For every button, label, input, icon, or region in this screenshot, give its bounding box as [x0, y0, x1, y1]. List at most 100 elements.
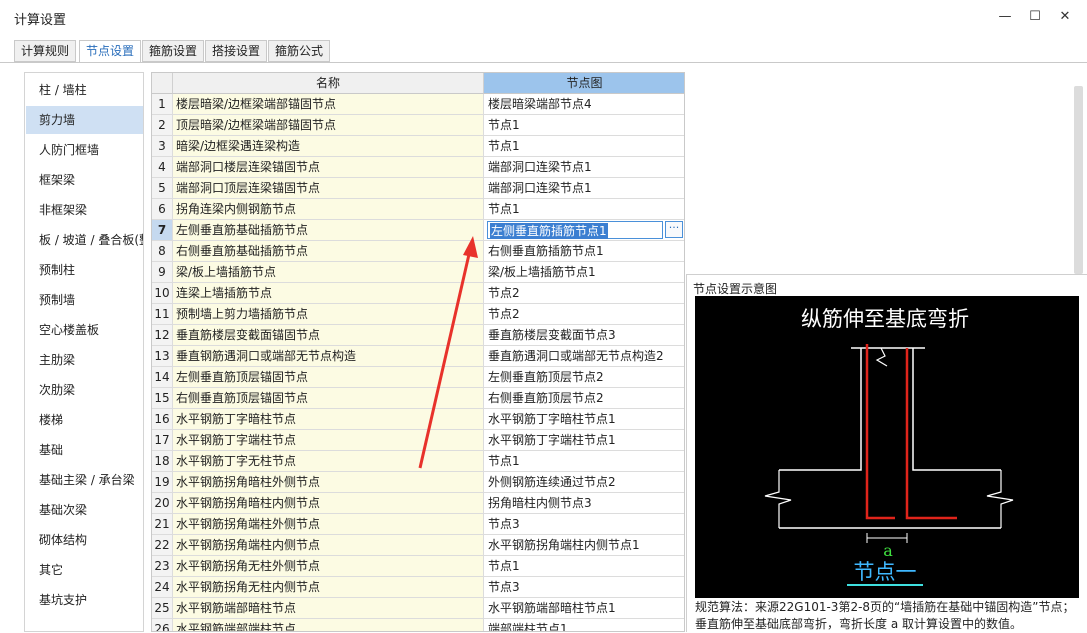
row-node-value[interactable]: 右侧垂直筋插筋节点1 — [484, 241, 684, 262]
row-node-value[interactable]: 水平钢筋丁字暗柱节点1 — [484, 409, 684, 430]
row-node-value[interactable]: 端部洞口连梁节点1 — [484, 178, 684, 199]
sidebar-item[interactable]: 其它 — [26, 556, 143, 584]
sidebar-item[interactable]: 基础 — [26, 436, 143, 464]
node-edit-field[interactable]: 左侧垂直筋插筋节点1 — [487, 221, 663, 239]
diagram-caption: 节点一 — [854, 560, 917, 584]
row-name: 顶层暗梁/边框梁端部锚固节点 — [173, 115, 484, 136]
minimize-button[interactable]: — — [992, 6, 1018, 28]
table-row[interactable]: 12 垂直筋楼层变截面锚固节点 垂直筋楼层变截面节点3 — [152, 325, 684, 346]
dimension-label: a — [883, 541, 893, 560]
row-node-value[interactable]: 端部端柱节点1 — [484, 619, 684, 631]
row-node-value[interactable]: 垂直筋遇洞口或端部无节点构造2 — [484, 346, 684, 367]
tab-stirrup-formula[interactable]: 箍筋公式 — [268, 40, 331, 62]
row-index: 21 — [152, 514, 173, 535]
table-row[interactable]: 2 顶层暗梁/边框梁端部锚固节点 节点1 — [152, 115, 684, 136]
sidebar-item[interactable]: 框架梁 — [26, 166, 143, 194]
break-mark-right — [986, 470, 1014, 528]
table-row[interactable]: 3 暗梁/边框梁遇连梁构造 节点1 — [152, 136, 684, 157]
row-index: 5 — [152, 178, 173, 199]
sidebar-item[interactable]: 基础次梁 — [26, 496, 143, 524]
row-node-value[interactable]: 端部洞口连梁节点1 — [484, 157, 684, 178]
table-row[interactable]: 23 水平钢筋拐角无柱外侧节点 节点1 — [152, 556, 684, 577]
table-row[interactable]: 5 端部洞口顶层连梁锚固节点 端部洞口连梁节点1 — [152, 178, 684, 199]
table-row[interactable]: 6 拐角连梁内侧钢筋节点 节点1 — [152, 199, 684, 220]
sidebar-item[interactable]: 空心楼盖板 — [26, 316, 143, 344]
row-node-value[interactable]: 节点1 — [484, 199, 684, 220]
row-node-value[interactable]: 右侧垂直筋顶层节点2 — [484, 388, 684, 409]
sidebar-item[interactable]: 预制墙 — [26, 286, 143, 314]
row-node-value[interactable]: 节点2 — [484, 304, 684, 325]
table-row[interactable]: 8 右侧垂直筋基础插筋节点 右侧垂直筋插筋节点1 — [152, 241, 684, 262]
row-node-value[interactable]: 拐角暗柱内侧节点3 — [484, 493, 684, 514]
table-row[interactable]: 21 水平钢筋拐角端柱外侧节点 节点3 — [152, 514, 684, 535]
sidebar-item[interactable]: 非框架梁 — [26, 196, 143, 224]
vertical-scrollbar[interactable] — [1074, 86, 1083, 274]
table-row[interactable]: 1 楼层暗梁/边框梁端部锚固节点 楼层暗梁端部节点4 — [152, 94, 684, 115]
sidebar-item[interactable]: 预制柱 — [26, 256, 143, 284]
row-name: 左侧垂直筋基础插筋节点 — [173, 220, 484, 241]
row-node-value[interactable]: 水平钢筋拐角端柱内侧节点1 — [484, 535, 684, 556]
table-row[interactable]: 17 水平钢筋丁字端柱节点 水平钢筋丁字端柱节点1 — [152, 430, 684, 451]
table-row[interactable]: 22 水平钢筋拐角端柱内侧节点 水平钢筋拐角端柱内侧节点1 — [152, 535, 684, 556]
header-name[interactable]: 名称 — [173, 73, 484, 94]
row-index: 10 — [152, 283, 173, 304]
tab-lap-settings[interactable]: 搭接设置 — [205, 40, 268, 62]
row-index: 2 — [152, 115, 173, 136]
sidebar-item[interactable]: 剪力墙 — [26, 106, 143, 134]
row-index: 25 — [152, 598, 173, 619]
row-name: 水平钢筋拐角端柱外侧节点 — [173, 514, 484, 535]
header-node-diagram[interactable]: 节点图 — [484, 73, 684, 94]
node-picker-button[interactable]: ··· — [665, 221, 683, 238]
maximize-button[interactable]: ☐ — [1022, 6, 1048, 28]
sidebar-item[interactable]: 次肋梁 — [26, 376, 143, 404]
tab-calc-rules[interactable]: 计算规则 — [14, 40, 77, 62]
sidebar-item[interactable]: 楼梯 — [26, 406, 143, 434]
row-node-value[interactable]: 节点3 — [484, 514, 684, 535]
row-name: 水平钢筋拐角端柱内侧节点 — [173, 535, 484, 556]
sidebar-item[interactable]: 砌体结构 — [26, 526, 143, 554]
table-row[interactable]: 11 预制墙上剪力墙插筋节点 节点2 — [152, 304, 684, 325]
row-node-value[interactable]: 水平钢筋端部暗柱节点1 — [484, 598, 684, 619]
table-row[interactable]: 10 连梁上墙插筋节点 节点2 — [152, 283, 684, 304]
row-node-value[interactable]: 垂直筋楼层变截面节点3 — [484, 325, 684, 346]
sidebar-item[interactable]: 柱 / 墙柱 — [26, 76, 143, 104]
row-node-value[interactable]: 外侧钢筋连续通过节点2 — [484, 472, 684, 493]
row-node-value[interactable]: 节点1 — [484, 136, 684, 157]
table-row[interactable]: 26 水平钢筋端部端柱节点 端部端柱节点1 — [152, 619, 684, 631]
table-row[interactable]: 19 水平钢筋拐角暗柱外侧节点 外侧钢筋连续通过节点2 — [152, 472, 684, 493]
table-row[interactable]: 4 端部洞口楼层连梁锚固节点 端部洞口连梁节点1 — [152, 157, 684, 178]
sidebar-item[interactable]: 基础主梁 / 承台梁 — [26, 466, 143, 494]
diagram-canvas: 纵筋伸至基底弯折 a 节点一 — [695, 296, 1079, 598]
row-name: 左侧垂直筋顶层锚固节点 — [173, 367, 484, 388]
row-node-value[interactable]: 水平钢筋丁字端柱节点1 — [484, 430, 684, 451]
row-node-value[interactable]: 左侧垂直筋顶层节点2 — [484, 367, 684, 388]
sidebar-item[interactable]: 板 / 坡道 / 叠合板(整厚) — [26, 226, 143, 254]
row-index: 11 — [152, 304, 173, 325]
sidebar-item[interactable]: 人防门框墙 — [26, 136, 143, 164]
row-node-value[interactable]: 节点1 — [484, 451, 684, 472]
table-row[interactable]: 7 左侧垂直筋基础插筋节点 左侧垂直筋插筋节点1 ··· — [152, 220, 684, 241]
table-row[interactable]: 9 梁/板上墙插筋节点 梁/板上墙插筋节点1 — [152, 262, 684, 283]
tab-divider — [0, 62, 1087, 63]
table-row[interactable]: 25 水平钢筋端部暗柱节点 水平钢筋端部暗柱节点1 — [152, 598, 684, 619]
table-row[interactable]: 15 右侧垂直筋顶层锚固节点 右侧垂直筋顶层节点2 — [152, 388, 684, 409]
row-name: 右侧垂直筋顶层锚固节点 — [173, 388, 484, 409]
close-button[interactable]: ✕ — [1052, 6, 1078, 28]
table-row[interactable]: 16 水平钢筋丁字暗柱节点 水平钢筋丁字暗柱节点1 — [152, 409, 684, 430]
tab-node-settings[interactable]: 节点设置 — [79, 40, 142, 63]
row-node-value[interactable]: 节点1 — [484, 556, 684, 577]
sidebar-item[interactable]: 基坑支护 — [26, 586, 143, 614]
row-node-value[interactable]: 节点1 — [484, 115, 684, 136]
row-node-value[interactable]: 梁/板上墙插筋节点1 — [484, 262, 684, 283]
sidebar-item[interactable]: 主肋梁 — [26, 346, 143, 374]
row-node-value[interactable]: 节点2 — [484, 283, 684, 304]
row-node-value[interactable]: 楼层暗梁端部节点4 — [484, 94, 684, 115]
table-row[interactable]: 18 水平钢筋丁字无柱节点 节点1 — [152, 451, 684, 472]
row-node-value[interactable]: 节点3 — [484, 577, 684, 598]
table-row[interactable]: 20 水平钢筋拐角暗柱内侧节点 拐角暗柱内侧节点3 — [152, 493, 684, 514]
row-index: 8 — [152, 241, 173, 262]
tab-stirrup-settings[interactable]: 箍筋设置 — [142, 40, 205, 62]
table-row[interactable]: 14 左侧垂直筋顶层锚固节点 左侧垂直筋顶层节点2 — [152, 367, 684, 388]
table-row[interactable]: 13 垂直钢筋遇洞口或端部无节点构造 垂直筋遇洞口或端部无节点构造2 — [152, 346, 684, 367]
table-row[interactable]: 24 水平钢筋拐角无柱内侧节点 节点3 — [152, 577, 684, 598]
